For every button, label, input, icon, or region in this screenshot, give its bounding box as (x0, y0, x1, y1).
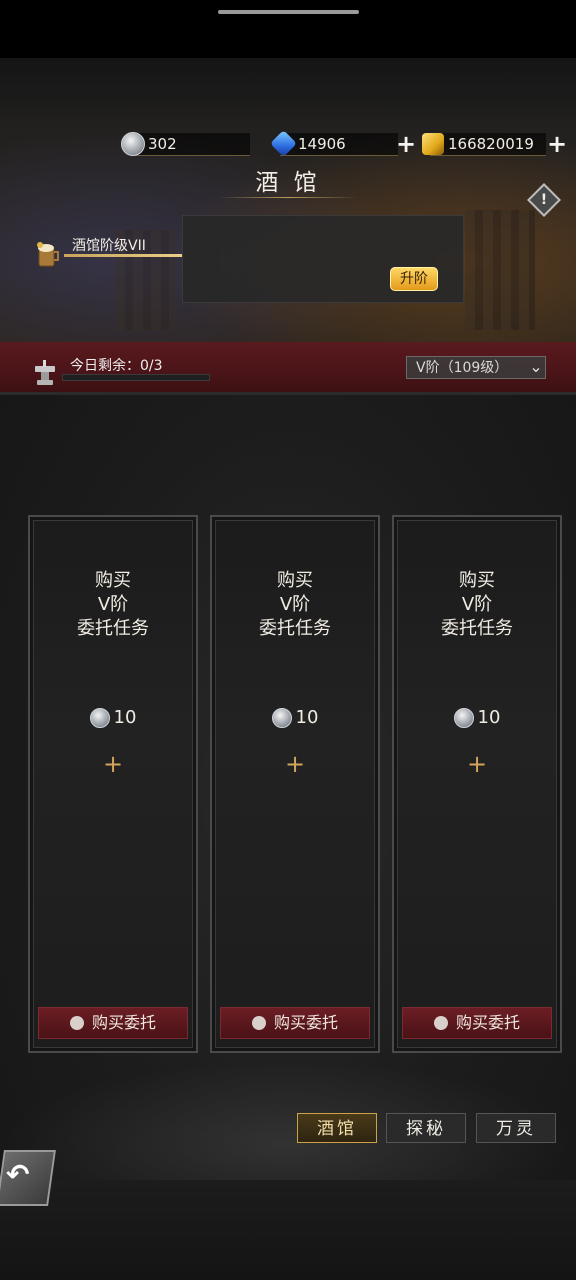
add-gems-button[interactable]: + (396, 132, 416, 156)
gold-coin-icon (422, 133, 444, 155)
card-line-2: V阶 (279, 594, 311, 615)
anvil-icon (32, 360, 58, 388)
add-gold-button[interactable]: + (547, 132, 567, 156)
buy-commission-label: 购买委托 (91, 1013, 156, 1032)
card-cost: 10 (28, 706, 198, 730)
buy-commission-label: 购买委托 (273, 1013, 338, 1032)
scene-shelf (465, 210, 535, 330)
tavern-level-label: 酒馆阶级VII (72, 238, 146, 254)
gem-amount: 14906 (298, 135, 346, 153)
add-slot-button[interactable]: + (392, 750, 562, 778)
tab-tavern[interactable]: 酒馆 (297, 1113, 377, 1143)
status-bar (0, 0, 576, 58)
tab-myriad-spirits[interactable]: 万灵 (476, 1113, 556, 1143)
lock-icon (251, 1015, 266, 1030)
remaining-label: 今日剩余：0/3 (70, 358, 163, 374)
buy-commission-label: 购买委托 (455, 1013, 520, 1032)
silver-coin-icon (453, 708, 474, 728)
silver-coin-icon (271, 708, 292, 728)
notch-indicator (218, 10, 359, 14)
card-cost-value: 10 (295, 707, 319, 728)
tavern-level-underline (64, 254, 182, 257)
card-line-3: 委托任务 (77, 618, 149, 639)
card-line-1: 购买 (277, 570, 313, 591)
card-line-3: 委托任务 (441, 618, 513, 639)
card-cost: 10 (210, 706, 380, 730)
silver-coin-icon (121, 132, 145, 156)
tab-explore[interactable]: 探秘 (386, 1113, 466, 1143)
card-line-2: V阶 (461, 594, 493, 615)
add-slot-button[interactable]: + (210, 750, 380, 778)
bottom-area (0, 1180, 576, 1280)
page-title: 酒 馆 (255, 170, 321, 196)
chevron-down-icon[interactable]: ⌄ (526, 356, 546, 378)
back-arrow-icon[interactable]: ↶ (6, 1158, 29, 1191)
card-cost-value: 10 (113, 707, 137, 728)
tier-dropdown-value: V阶（109级） (416, 360, 509, 376)
lock-icon (433, 1015, 448, 1030)
gold-amount: 166820019 (448, 135, 534, 153)
silver-amount: 302 (148, 135, 177, 153)
card-cost: 10 (392, 706, 562, 730)
silver-coin-icon (89, 708, 110, 728)
card-cost-value: 10 (477, 707, 501, 728)
buy-commission-button[interactable]: 购买委托 (220, 1007, 370, 1039)
buy-commission-button[interactable]: 购买委托 (38, 1007, 188, 1039)
lock-icon (69, 1015, 84, 1030)
info-button[interactable]: ! (532, 188, 556, 212)
remaining-progress-bar (62, 374, 210, 381)
title-divider (218, 197, 358, 198)
upgrade-button[interactable]: 升阶 (390, 267, 438, 291)
buy-commission-button[interactable]: 购买委托 (402, 1007, 552, 1039)
scene-shade (0, 58, 576, 128)
card-line-1: 购买 (459, 570, 495, 591)
add-slot-button[interactable]: + (28, 750, 198, 778)
card-line-3: 委托任务 (259, 618, 331, 639)
tavern-mug-icon (34, 240, 62, 270)
card-line-1: 购买 (95, 570, 131, 591)
card-line-2: V阶 (97, 594, 129, 615)
